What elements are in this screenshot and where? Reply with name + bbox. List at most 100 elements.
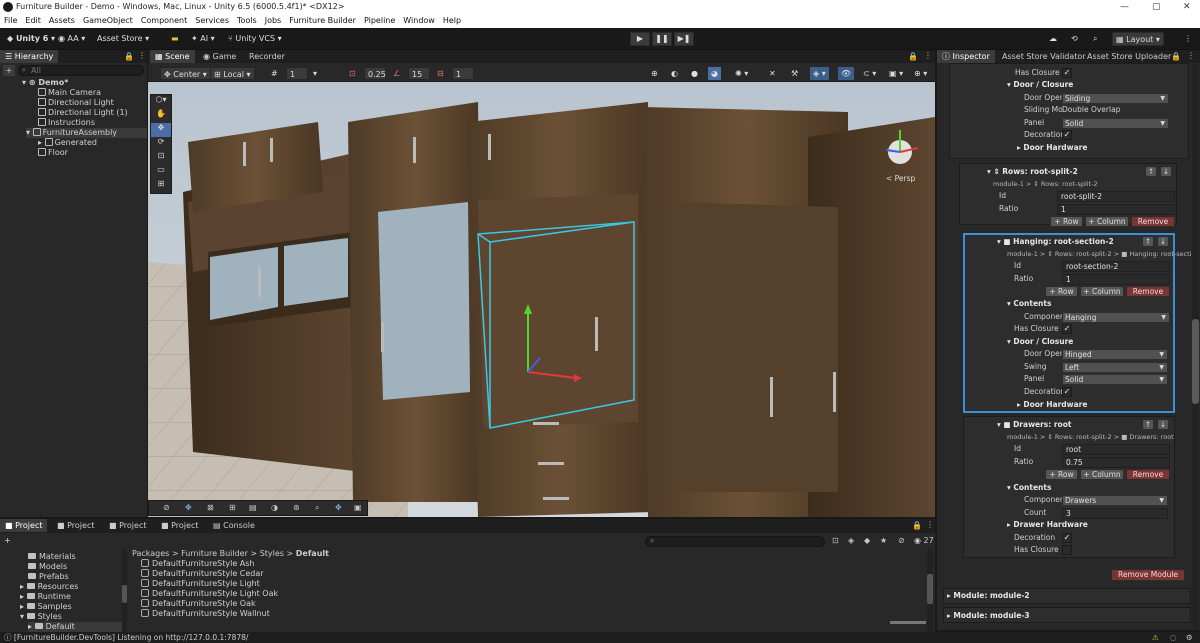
rows-remove-button[interactable]: Remove xyxy=(1131,216,1175,227)
drawers-component-dropdown[interactable]: Drawers ▼ xyxy=(1062,495,1168,506)
door-open-dropdown[interactable]: Sliding ▼ xyxy=(1062,93,1169,104)
folder-default[interactable]: ▸ Default xyxy=(28,622,123,632)
asset-oak[interactable]: DefaultFurnitureStyle Oak xyxy=(141,599,256,609)
lock-icon[interactable]: 🔒 xyxy=(912,521,922,530)
folder-scrollbar[interactable] xyxy=(122,549,127,632)
menu-tools[interactable]: Tools xyxy=(233,14,261,28)
decoration-checkbox[interactable]: ✓ xyxy=(1062,130,1072,140)
hierarchy-item-directional-light-1[interactable]: Directional Light (1) xyxy=(38,108,128,118)
rows-add-column-button[interactable]: + Column xyxy=(1085,216,1129,227)
breadcrumb-current[interactable]: Default xyxy=(296,549,329,558)
lit-icon[interactable]: ● xyxy=(688,67,701,80)
asset-ash[interactable]: DefaultFurnitureStyle Ash xyxy=(141,559,255,569)
hierarchy-item-floor[interactable]: Floor xyxy=(38,148,68,158)
filter-icon[interactable]: ◈ xyxy=(848,536,854,545)
hanging-remove-button[interactable]: Remove xyxy=(1126,286,1170,297)
status-message[interactable]: [FurnitureBuilder.DevTools] Listening on… xyxy=(14,633,249,642)
shading-icon[interactable]: ◐ xyxy=(668,67,681,80)
hanging-contents-foldout[interactable]: ▾ Contents xyxy=(1007,298,1051,310)
menu-furniture-builder[interactable]: Furniture Builder xyxy=(285,14,360,28)
snap-icon[interactable]: ⊡ xyxy=(346,67,359,80)
warning-icon[interactable]: ⚠ xyxy=(1152,632,1159,643)
drawers-has-closure-checkbox[interactable] xyxy=(1062,545,1072,555)
play-button[interactable]: ▶ xyxy=(630,32,650,46)
tab-project-1[interactable]: ■ Project xyxy=(0,519,48,532)
hanging-add-row-button[interactable]: + Row xyxy=(1045,286,1078,297)
menu-file[interactable]: File xyxy=(0,14,21,28)
folder-models[interactable]: Models xyxy=(28,562,67,572)
cloud-icon[interactable]: ☁ xyxy=(1046,32,1060,46)
grid-size-field[interactable]: 1 xyxy=(286,67,308,80)
camera-settings-icon[interactable]: ▣ xyxy=(354,503,362,512)
history-icon[interactable]: ⟲ xyxy=(1068,32,1081,46)
hierarchy-search-input[interactable]: All xyxy=(18,65,144,76)
rotate-tool-icon[interactable]: ⟳ xyxy=(151,137,171,151)
scale-snap-icon[interactable]: ⊟ xyxy=(434,67,447,80)
gizmos-dropdown[interactable]: ⊕ ▾ xyxy=(911,67,930,80)
tab-inspector[interactable]: ⓘ Inspector xyxy=(937,50,995,63)
camera-icon[interactable]: ⊂ ▾ xyxy=(860,67,879,80)
grid-snap-icon[interactable]: ⊠ xyxy=(207,503,214,512)
hanging-door-open-dropdown[interactable]: Hinged ▼ xyxy=(1062,349,1168,360)
space-dropdown[interactable]: ⊞ Local ▾ xyxy=(210,67,255,80)
unity-account-button[interactable]: ◆ Unity 6 ▾ xyxy=(4,32,58,46)
folder-runtime[interactable]: ▸ Runtime xyxy=(20,592,71,602)
gizmo-icon[interactable]: ✺ ▾ xyxy=(732,67,751,80)
scrollbar-thumb[interactable] xyxy=(1192,319,1199,404)
hidden-packages-icon[interactable]: ⊘ xyxy=(898,536,905,545)
menu-icon[interactable]: ⋮ xyxy=(1187,51,1195,60)
rect-tool-icon[interactable]: ▭ xyxy=(151,165,171,179)
asset-scrollbar[interactable] xyxy=(927,549,933,632)
move-up-button[interactable]: ↑ xyxy=(1142,419,1154,430)
tab-project-2[interactable]: ■ Project xyxy=(52,519,99,532)
hanging-ratio-field[interactable]: 1 xyxy=(1062,274,1170,285)
module-3-foldout[interactable]: ▸ Module: module-3 xyxy=(947,610,1030,622)
zoom-slider[interactable] xyxy=(890,621,926,624)
menu-jobs[interactable]: Jobs xyxy=(261,14,286,28)
hierarchy-item-furniture-assembly[interactable]: ▾ FurnitureAssembly xyxy=(26,128,147,138)
lock-icon[interactable]: 🔒 xyxy=(124,52,134,61)
hierarchy-item-directional-light[interactable]: Directional Light xyxy=(38,98,114,108)
scene-viewport[interactable]: < Persp ⬡▾ ✋ ✥ ⟳ ⊡ ▭ ⊞ ⊘ ✥ ⊠ ⊞ ▤ ◑ ⊛ ⌕ ✥… xyxy=(148,82,935,517)
tab-asset-store-validator[interactable]: Asset Store Validator xyxy=(997,50,1091,63)
angle-snap-icon[interactable]: ∠ xyxy=(390,67,403,80)
rows-add-row-button[interactable]: + Row xyxy=(1050,216,1083,227)
scale-value-field[interactable]: 1 xyxy=(452,67,474,80)
settings-icon[interactable]: ⚙ xyxy=(1186,632,1193,643)
hanging-component-dropdown[interactable]: Hanging ▼ xyxy=(1062,312,1170,323)
hanging-foldout[interactable]: ▾ ■ Hanging: root-section-2 xyxy=(997,236,1114,248)
search-by-type-icon[interactable]: ⊡ xyxy=(832,536,839,545)
account-button[interactable]: ◉ AA ▾ xyxy=(55,32,88,46)
scene-root[interactable]: ▾ ⊛ Demo* xyxy=(22,78,68,88)
project-search-input[interactable] xyxy=(645,536,825,547)
tab-project-4[interactable]: ■ Project xyxy=(156,519,203,532)
drawers-contents-foldout[interactable]: ▾ Contents xyxy=(1007,482,1051,494)
hanging-panel-dropdown[interactable]: Solid ▼ xyxy=(1062,374,1168,385)
tab-scene[interactable]: ▦ Scene xyxy=(150,50,195,63)
drawers-count-field[interactable]: 3 xyxy=(1062,508,1168,519)
maximize-button[interactable]: ▢ xyxy=(1152,0,1161,14)
panel-icon[interactable]: ▤ xyxy=(249,503,257,512)
menu-window[interactable]: Window xyxy=(399,14,439,28)
drawers-remove-button[interactable]: Remove xyxy=(1126,469,1170,480)
hanging-has-closure-checkbox[interactable]: ✓ xyxy=(1062,324,1072,334)
tab-recorder[interactable]: Recorder xyxy=(244,50,290,63)
folder-prefabs[interactable]: Prefabs xyxy=(28,572,69,582)
drawers-ratio-field[interactable]: 0.75 xyxy=(1062,457,1170,468)
add-object-button[interactable]: + xyxy=(3,65,15,76)
wrench-icon[interactable]: ⚒ xyxy=(788,67,801,80)
add-asset-button[interactable]: + xyxy=(4,536,11,545)
asset-light[interactable]: DefaultFurnitureStyle Light xyxy=(141,579,260,589)
shaded-icon[interactable]: ◕ xyxy=(708,67,721,80)
search-icon[interactable]: ⌕ xyxy=(1090,32,1100,46)
tab-project-3[interactable]: ■ Project xyxy=(104,519,151,532)
breadcrumb-item[interactable]: Packages xyxy=(132,549,169,558)
move-up-button[interactable]: ↑ xyxy=(1142,236,1154,247)
hanging-door-hardware-foldout[interactable]: ▸ Door Hardware xyxy=(1017,399,1087,411)
move-down-button[interactable]: ↓ xyxy=(1157,236,1169,247)
view-mode-icon[interactable]: ⬡▾ xyxy=(151,95,171,109)
globe-icon[interactable]: ⊕ xyxy=(648,67,661,80)
transform-icon[interactable]: ⊞ xyxy=(229,503,236,512)
hierarchy-item-instructions[interactable]: Instructions xyxy=(38,118,95,128)
menu-component[interactable]: Component xyxy=(137,14,191,28)
